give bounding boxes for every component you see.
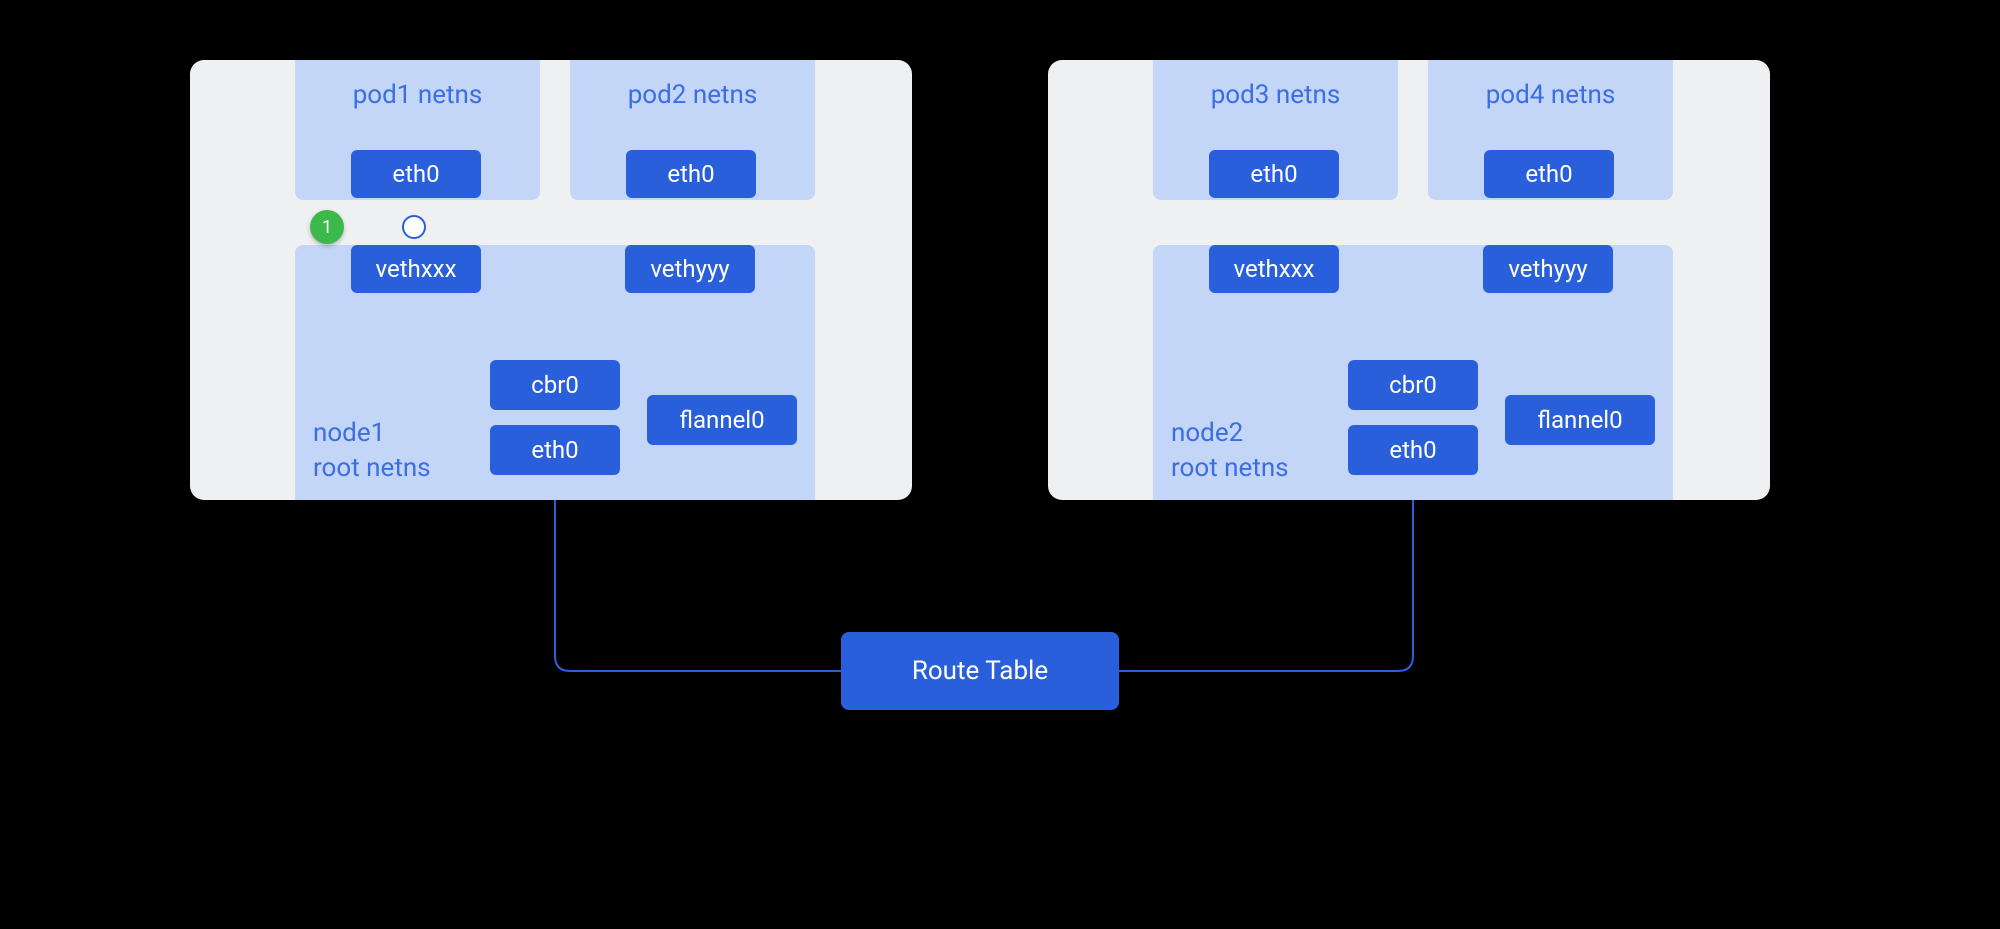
node2-vethyyy-box: vethyyy	[1483, 245, 1613, 293]
node1-root-label: node1 root netns	[313, 416, 431, 486]
node1-root-netns-panel: vethxxx vethyyy cbr0 flannel0 eth0 node1…	[295, 245, 815, 500]
pod2-eth0-box: eth0	[626, 150, 756, 198]
pod4-netns-panel: pod4 netns eth0	[1428, 60, 1673, 200]
node2-root-netns-panel: vethxxx vethyyy cbr0 flannel0 eth0 node2…	[1153, 245, 1673, 500]
pod3-eth0-box: eth0	[1209, 150, 1339, 198]
node1-label-line2: root netns	[313, 453, 431, 483]
pod1-eth0-box: eth0	[351, 150, 481, 198]
pod3-netns-panel: pod3 netns eth0	[1153, 60, 1398, 200]
node1-cbr0-box: cbr0	[490, 360, 620, 410]
node1-label-line1: node1	[313, 418, 385, 448]
node1-card: pod1 netns eth0 pod2 netns eth0 vethxxx …	[190, 60, 912, 500]
node2-flannel0-box: flannel0	[1505, 395, 1655, 445]
pod4-title: pod4 netns	[1428, 60, 1673, 110]
node1-flannel0-box: flannel0	[647, 395, 797, 445]
pod4-eth0-box: eth0	[1484, 150, 1614, 198]
pod3-title: pod3 netns	[1153, 60, 1398, 110]
veth-pair-marker	[402, 215, 426, 239]
pod2-netns-panel: pod2 netns eth0	[570, 60, 815, 200]
route-table-box: Route Table	[841, 632, 1119, 710]
node2-label-line1: node2	[1171, 418, 1243, 448]
step-1-badge: 1	[310, 210, 344, 244]
node2-card: pod3 netns eth0 pod4 netns eth0 vethxxx …	[1048, 60, 1770, 500]
pod2-title: pod2 netns	[570, 60, 815, 110]
pod1-netns-panel: pod1 netns eth0	[295, 60, 540, 200]
node1-vethyyy-box: vethyyy	[625, 245, 755, 293]
node2-eth0-box: eth0	[1348, 425, 1478, 475]
pod1-title: pod1 netns	[295, 60, 540, 110]
node2-cbr0-box: cbr0	[1348, 360, 1478, 410]
node1-eth0-box: eth0	[490, 425, 620, 475]
node2-root-label: node2 root netns	[1171, 416, 1289, 486]
node2-label-line2: root netns	[1171, 453, 1289, 483]
node2-vethxxx-box: vethxxx	[1209, 245, 1339, 293]
node1-vethxxx-box: vethxxx	[351, 245, 481, 293]
network-diagram: pod1 netns eth0 pod2 netns eth0 vethxxx …	[190, 60, 1771, 800]
